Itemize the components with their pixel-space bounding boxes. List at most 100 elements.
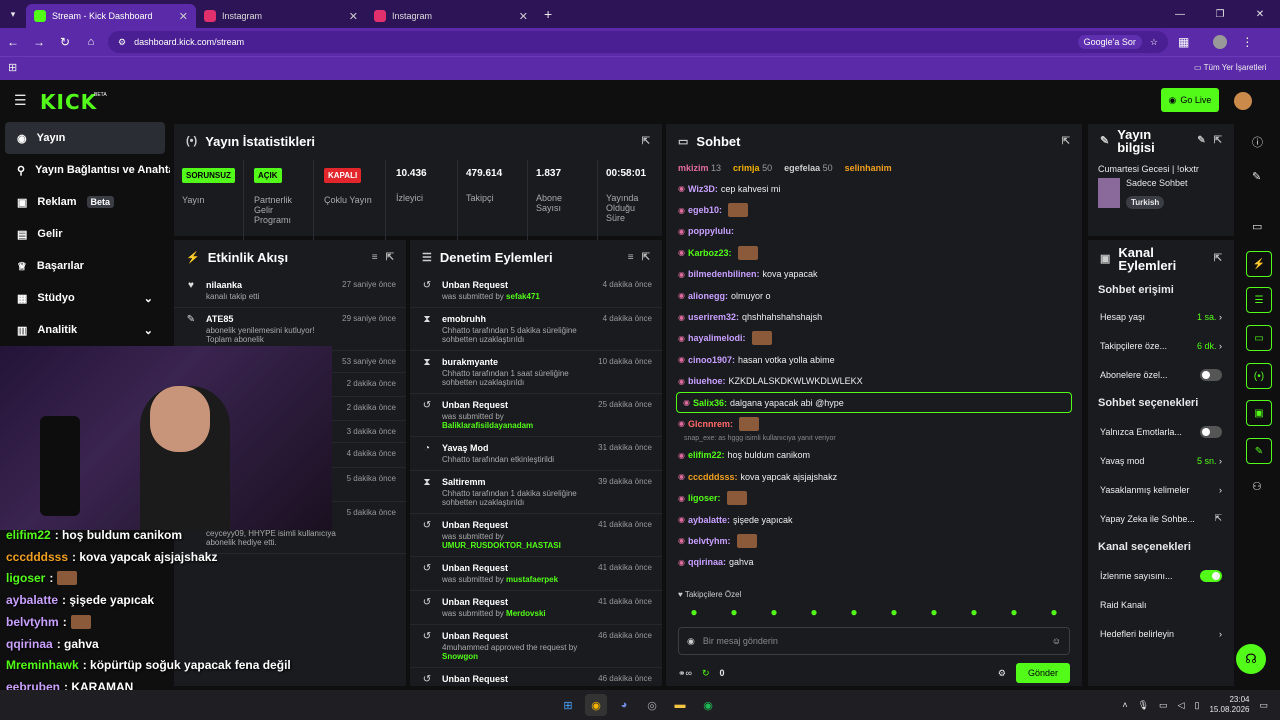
followers-only-row[interactable]: Takipçilere öze... 6 dk. › <box>1088 331 1234 360</box>
subs-only-toggle[interactable] <box>1200 368 1222 381</box>
mic-icon[interactable]: 🎙 <box>1138 700 1149 711</box>
chat-username[interactable]: Salix36: <box>693 398 727 408</box>
emote-icon[interactable]: ● <box>770 605 777 619</box>
pencil-icon[interactable]: ✎ <box>1252 170 1261 183</box>
chat-message[interactable]: ◉ belvtyhm: <box>666 530 1082 551</box>
minimize-icon[interactable]: — <box>1160 9 1200 20</box>
edit-icon[interactable]: ✎ <box>1197 136 1205 146</box>
close-window-icon[interactable]: ✕ <box>1240 9 1280 20</box>
back-icon[interactable]: ← <box>0 35 26 49</box>
moderation-user[interactable]: sefak471 <box>506 292 540 301</box>
close-tab-icon[interactable]: ✕ <box>179 10 188 23</box>
rail-wrench-button[interactable]: ✎ <box>1246 438 1272 464</box>
chat-username[interactable]: bilmedenbilinen: <box>688 269 760 279</box>
chat-username[interactable]: belvtyhm: <box>688 536 731 546</box>
activity-item[interactable]: ✎ ATE85 abonelik yenilemesini kutluyor! To… <box>174 308 406 351</box>
chat-message[interactable]: ◉ aybalatte: şişede yapıcak <box>666 509 1082 530</box>
chat-message[interactable]: ◉ cinoo1907: hasan votka yolla abime <box>666 349 1082 370</box>
volume-icon[interactable]: ◁ <box>1178 700 1185 711</box>
chat-username[interactable]: alionegg: <box>688 291 728 301</box>
chat-username[interactable]: elifim22: <box>688 450 725 460</box>
chat-username[interactable]: biuehoe: <box>688 376 726 386</box>
network-icon[interactable]: ▭ <box>1159 700 1168 711</box>
spotify-icon[interactable]: ◉ <box>697 694 719 716</box>
sidebar-item-stream-key[interactable]: ⚲ Yayın Bağlantısı ve Anahtarı <box>5 154 170 186</box>
moderation-user[interactable]: Merdovski <box>506 609 546 618</box>
new-tab-icon[interactable]: + <box>544 6 552 22</box>
maximize-icon[interactable]: ❐ <box>1200 9 1240 20</box>
tab-instagram-1[interactable]: Instagram ✕ <box>196 4 366 28</box>
chat-username[interactable]: cinoo1907: <box>688 355 735 365</box>
chat-message[interactable]: ◉ elifim22: hoş buldum canikom <box>666 445 1082 466</box>
chat-message[interactable]: ◉ bilmedenbilinen: kova yapacak <box>666 264 1082 285</box>
moderation-item[interactable]: ↺ Unban Request was submitted by Baliklara… <box>410 394 662 437</box>
chat-username[interactable]: Glcnnrem: <box>688 419 733 429</box>
explorer-icon[interactable]: ▬ <box>669 694 691 716</box>
rail-chat-button[interactable]: ▭ <box>1246 325 1272 351</box>
bookmark-star-icon[interactable]: ☆ <box>1150 37 1158 48</box>
emote-icon[interactable]: ● <box>690 605 697 619</box>
sidebar-item-yayin[interactable]: ◉ Yayın <box>5 122 165 154</box>
card-icon[interactable]: ▭ <box>1252 220 1262 233</box>
slow-mode-row[interactable]: Yavaş mod 5 sn. › <box>1088 446 1234 475</box>
rail-actions-button[interactable]: ▣ <box>1246 400 1272 426</box>
emotes-only-toggle[interactable] <box>1200 425 1222 438</box>
google-ask-button[interactable]: Google'a Sor <box>1077 35 1142 49</box>
apps-icon[interactable]: ⊞ <box>8 61 17 74</box>
popout-icon[interactable]: ⇱ <box>386 252 394 263</box>
bookmarks-folder[interactable]: ▭ Tüm Yer İşaretleri <box>1194 63 1266 72</box>
chat-message[interactable]: ◉ Glcnnrem: <box>666 413 1082 434</box>
emote-icon[interactable]: ● <box>810 605 817 619</box>
emote-icon[interactable]: ● <box>970 605 977 619</box>
viewcount-toggle[interactable] <box>1200 569 1222 582</box>
moderation-item[interactable]: ↺ Unban Request 46 dakika önce <box>410 668 662 686</box>
top-gifter[interactable]: selinhanim <box>845 163 892 173</box>
filter-icon[interactable]: ≡ <box>372 252 378 263</box>
sidebar-item-analitik[interactable]: ▥ Analitik ⌄ <box>5 314 165 346</box>
notifications-icon[interactable]: ▭ <box>1259 700 1268 711</box>
sidebar-item-studyo[interactable]: ▦ Stüdyo ⌄ <box>5 282 165 314</box>
tab-instagram-2[interactable]: Instagram ✕ <box>366 4 536 28</box>
close-tab-icon[interactable]: ✕ <box>519 10 528 23</box>
users-icon[interactable]: ⚭∞ <box>678 668 692 679</box>
user-avatar[interactable] <box>1234 92 1252 110</box>
discord-icon[interactable]: ◕ <box>613 694 635 716</box>
support-button[interactable]: ☊ <box>1236 644 1266 674</box>
chat-message[interactable]: ◉ hayalimelodi: <box>666 328 1082 349</box>
chat-message[interactable]: ◉ poppylulu: <box>666 221 1082 242</box>
chat-username[interactable]: ligoser: <box>688 493 721 503</box>
activity-item[interactable]: ♥ nilaanka kanalı takip etti 27 saniye önce <box>174 274 406 308</box>
battery-icon[interactable]: ▯ <box>1194 700 1199 711</box>
moderation-user[interactable]: UMUR_RUSDOKTOR_HASTASI <box>442 541 561 550</box>
chat-message[interactable]: ◉ alionegg: olmuyor o <box>666 285 1082 306</box>
ai-chat-row[interactable]: Yapay Zeka ile Sohbe... ⇱ <box>1088 504 1234 533</box>
steam-icon[interactable]: ◎ <box>641 694 663 716</box>
raid-row[interactable]: Raid Kanalı <box>1088 590 1234 619</box>
sidebar-item-gelir[interactable]: ▤ Gelir <box>5 218 165 250</box>
extension-icon[interactable]: ▦ <box>1178 35 1189 49</box>
menu-icon[interactable]: ⋮ <box>1241 35 1253 49</box>
chat-message[interactable]: ◉ egeb10: <box>666 199 1082 220</box>
chat-username[interactable]: hayalimelodi: <box>688 333 746 343</box>
url-field[interactable]: ⚙ dashboard.kick.com/stream Google'a Sor… <box>108 31 1168 53</box>
rail-bolt-button[interactable]: ⚡ <box>1246 251 1272 277</box>
emote-icon[interactable]: ● <box>730 605 737 619</box>
chat-message[interactable]: ◉ userirem32: qhshhahshahshajsh <box>666 306 1082 327</box>
go-live-button[interactable]: ◉ Go Live <box>1161 88 1219 112</box>
chat-message[interactable]: ◉ ligoser: <box>666 487 1082 508</box>
moderation-item[interactable]: ↺ Unban Request 4muhammed approved the req… <box>410 625 662 668</box>
popout-icon[interactable]: ⇱ <box>642 252 650 263</box>
chat-username[interactable]: Wiz3D: <box>688 184 718 194</box>
moderation-item[interactable]: ↺ Unban Request was submitted by Merdovski… <box>410 591 662 625</box>
site-info-icon[interactable]: ⚙ <box>118 37 126 48</box>
start-icon[interactable]: ⊞ <box>557 694 579 716</box>
emote-picker-icon[interactable]: ◉ <box>687 636 695 647</box>
rail-broadcast-button[interactable]: (•) <box>1246 363 1272 389</box>
filter-icon[interactable]: ≡ <box>628 252 634 263</box>
popout-icon[interactable]: ⇱ <box>642 136 650 147</box>
chat-username[interactable]: poppylulu: <box>688 226 734 236</box>
popout-icon[interactable]: ⇱ <box>1062 136 1070 147</box>
moderation-user[interactable]: mustafaerpek <box>506 575 558 584</box>
emote-icon[interactable]: ● <box>930 605 937 619</box>
popout-icon[interactable]: ⇱ <box>1214 136 1222 146</box>
